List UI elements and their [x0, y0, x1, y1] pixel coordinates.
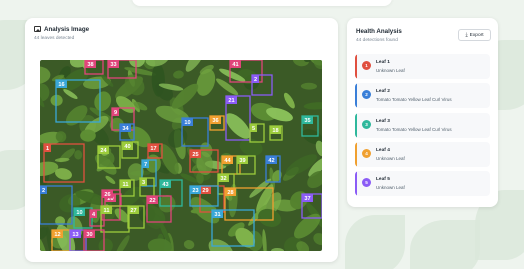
- detection-label: 28: [227, 190, 233, 196]
- detection-description: Tomato Tomato Yellow Leaf Curl Virus: [376, 97, 452, 103]
- analysis-title: Analysis Image: [44, 26, 90, 33]
- detection-description: Unknown Leaf: [376, 68, 405, 73]
- detection-label: 37: [304, 196, 310, 202]
- detection-label: 2: [254, 77, 257, 83]
- detection-label: 41: [232, 62, 238, 68]
- detection-color-bar: [355, 54, 357, 79]
- detection-label: 39: [239, 158, 245, 164]
- detection-name: Leaf 4: [376, 147, 390, 153]
- detection-label: 30: [86, 232, 92, 238]
- detection-label: 43: [162, 182, 168, 188]
- detection-description: Unknown Leaf: [376, 155, 405, 161]
- detection-item[interactable]: 1 Leaf 1 Unknown Leaf: [355, 54, 490, 79]
- detection-label: 10: [76, 210, 82, 216]
- detection-label: 42: [268, 158, 274, 164]
- detection-label: 34: [122, 126, 129, 132]
- detection-label: 36: [212, 118, 218, 124]
- detection-label: 25: [192, 152, 198, 158]
- detection-label: 44: [224, 158, 231, 164]
- detection-label: 21: [228, 98, 234, 104]
- detection-overlay: 38 33 4121692110 365 1835344024 17144 39 422532…: [40, 60, 322, 251]
- detection-label: 32: [220, 176, 226, 182]
- detection-description: Unknown Leaf: [376, 185, 405, 191]
- detection-number-badge: 2: [362, 90, 371, 100]
- detection-name: Leaf 2: [376, 89, 390, 95]
- detection-label: 13: [72, 232, 78, 238]
- detection-label: 33: [110, 62, 116, 68]
- detection-name: Leaf 3: [376, 118, 390, 124]
- detection-name: Leaf 1: [376, 60, 390, 65]
- detection-item[interactable]: 2 Leaf 2 Tomato Tomato Yellow Leaf Curl Vi…: [355, 83, 490, 109]
- health-analysis-card: Health Analysis 44 detections found ⤓ Ex…: [347, 18, 498, 207]
- detection-label: 38: [87, 62, 93, 68]
- detection-label: 1: [46, 146, 49, 152]
- detection-item[interactable]: 4 Leaf 4 Unknown Leaf: [355, 141, 490, 167]
- image-icon: [34, 26, 41, 32]
- detection-color-bar: [355, 171, 357, 197]
- detection-label: 7: [144, 162, 147, 168]
- detection-label: 35: [304, 118, 310, 124]
- analysis-image-card: Analysis Image 44 leaves detected 38 33 41…: [25, 18, 338, 262]
- detection-label: 9: [114, 110, 117, 116]
- health-title: Health Analysis: [356, 28, 402, 35]
- detection-name: Leaf 5: [376, 177, 390, 183]
- detection-number-badge: 1: [362, 61, 371, 70]
- detection-label: 11: [123, 182, 129, 188]
- detection-label: 5: [252, 126, 255, 132]
- export-button[interactable]: ⤓ Export: [458, 29, 491, 41]
- detection-label: 18: [272, 128, 278, 134]
- detection-label: 29: [202, 188, 208, 194]
- detection-label: 2: [42, 188, 45, 194]
- analysis-subtitle: 44 leaves detected: [34, 36, 75, 41]
- detection-label: 31: [214, 212, 220, 218]
- health-subtitle: 44 detections found: [356, 38, 398, 43]
- detection-label: 12: [54, 232, 60, 238]
- export-label: Export: [469, 32, 484, 38]
- analysis-image[interactable]: 38 33 41 2 16 9 21 10 36 5 18 35 34 40 24 17 1 44 39 42 25 32…: [40, 60, 322, 251]
- detection-label: 22: [149, 198, 155, 204]
- detection-label: 26: [104, 192, 110, 198]
- detection-description: Tomato Tomato Yellow Leaf Curl Virus: [376, 126, 452, 132]
- detection-color-bar: [355, 112, 357, 138]
- detection-label: 3: [142, 180, 145, 186]
- detection-label: 27: [130, 208, 136, 214]
- detection-label: 16: [58, 82, 64, 88]
- detection-label: 24: [100, 148, 107, 154]
- detection-item[interactable]: 5 Leaf 5 Unknown Leaf: [355, 171, 490, 197]
- detection-list: 1 Leaf 1 Unknown Leaf 2 Leaf 2 Tomato Tomato …: [355, 54, 490, 200]
- detection-number-badge: 4: [362, 148, 371, 158]
- detection-number-badge: 5: [362, 178, 371, 188]
- detection-item[interactable]: 3 Leaf 3 Tomato Tomato Yellow Leaf Curl Vi…: [355, 112, 490, 138]
- download-icon: ⤓: [465, 31, 468, 38]
- detection-label: 11: [104, 208, 110, 214]
- detection-number-badge: 3: [362, 119, 371, 129]
- top-panel-edge: [132, 0, 392, 6]
- detection-label: 23: [192, 188, 198, 194]
- detection-color-bar: [355, 141, 357, 167]
- detection-label: 17: [150, 146, 156, 152]
- detection-color-bar: [355, 83, 357, 109]
- detection-label: 10: [184, 120, 190, 126]
- detection-label: 40: [124, 144, 130, 150]
